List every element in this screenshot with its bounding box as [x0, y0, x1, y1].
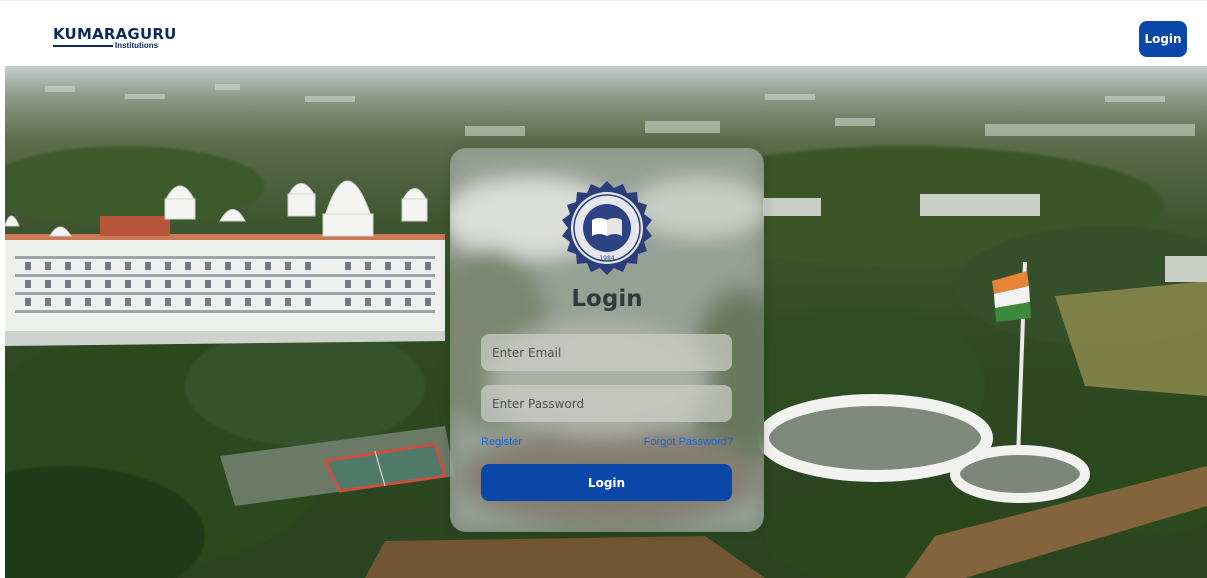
forgot-password-link[interactable]: Forgot Password? — [644, 436, 733, 448]
login-submit-button[interactable]: Login — [481, 464, 732, 501]
header-login-button[interactable]: Login — [1139, 21, 1187, 57]
campus-aerial-image: 1984 Login Register Forgot Password? Log… — [5, 66, 1207, 578]
password-input[interactable] — [481, 385, 732, 422]
register-link[interactable]: Register — [481, 436, 522, 448]
top-navbar: KUMARAGURU Institutions Login — [0, 0, 1207, 67]
brand-subtitle: Institutions — [115, 41, 159, 50]
email-input[interactable] — [481, 334, 732, 371]
brand-underline — [53, 45, 113, 47]
brand-logo[interactable]: KUMARAGURU Institutions — [53, 25, 176, 53]
college-seal-logo: 1984 — [562, 181, 652, 275]
seal-year: 1984 — [599, 255, 614, 262]
login-card: 1984 Login Register Forgot Password? Log… — [450, 148, 764, 532]
login-title: Login — [571, 286, 643, 312]
